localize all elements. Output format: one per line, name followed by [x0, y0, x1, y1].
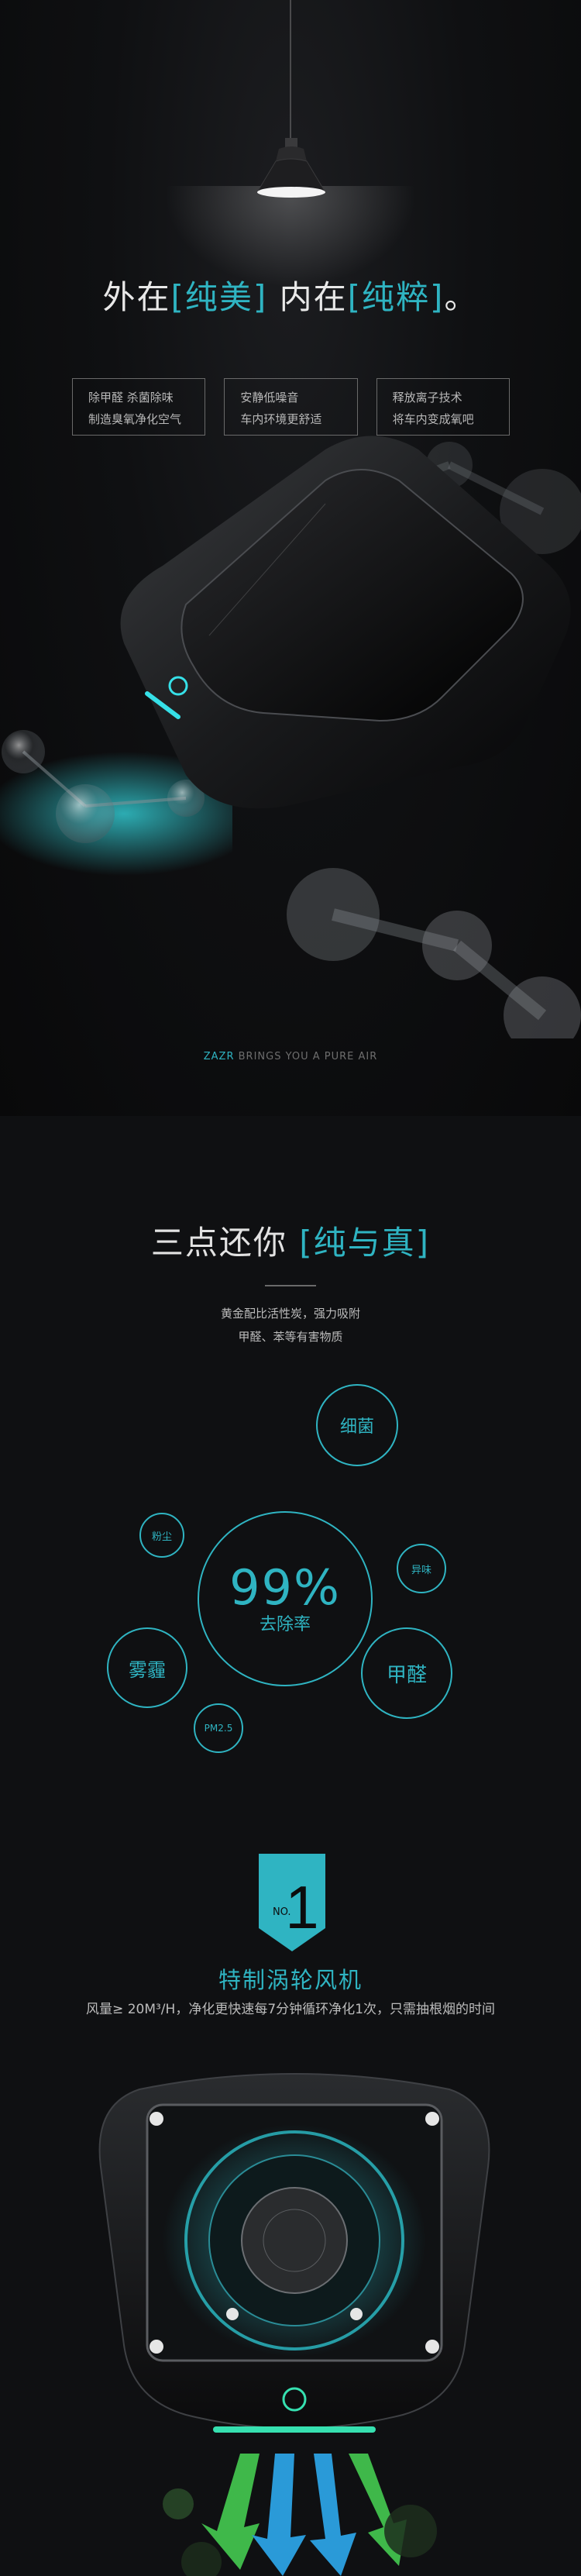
fan-description: 风量≥ 20M³/H，净化更快速每7分钟循环净化1次，只需抽根烟的时间 [86, 2002, 495, 2017]
hero-section: 外在[纯美] 内在[纯粹]。 除甲醛 杀菌除味 制造臭氧净化空气 安静低噪音 车… [0, 0, 581, 1116]
bubble-haze: 雾霾 [107, 1627, 187, 1708]
description-line: 甲醛、苯等有害物质 [238, 1330, 343, 1344]
hero-tagline: ZAZR BRINGS YOU A PURE AIR [0, 1051, 581, 1062]
hero-title-part: 内在 [267, 278, 348, 316]
removal-rate-label: 去除率 [259, 1615, 311, 1634]
hero-title: 外在[纯美] 内在[纯粹]。 [0, 271, 581, 319]
hero-title-accent: [纯粹] [347, 278, 445, 316]
removal-rate-value: 99% [229, 1559, 341, 1616]
badge-prefix: NO. [273, 1906, 291, 1918]
brand-name: ZAZR [203, 1051, 235, 1062]
description-line: 黄金配比活性炭，强力吸附 [220, 1307, 360, 1321]
lamp-cord [290, 0, 291, 138]
air-purifier-device [120, 436, 571, 809]
product-page: 外在[纯美] 内在[纯粹]。 除甲醛 杀菌除味 制造臭氧净化空气 安静低噪音 车… [0, 0, 581, 2576]
section-description: 黄金配比活性炭，强力吸附 甲醛、苯等有害物质 [0, 1302, 581, 1348]
hero-title-accent: [纯美] [170, 278, 268, 316]
bubble-pm25: PM2.5 [194, 1703, 243, 1753]
section-title: 三点还你 [纯与真] [0, 1217, 581, 1264]
hero-title-part: 外在 [102, 278, 171, 316]
fan-title: 特制涡轮风机 [218, 1967, 363, 1993]
turbo-fan-device [98, 2073, 490, 2576]
bubble-formaldehyde: 甲醛 [361, 1627, 452, 1719]
title-divider [265, 1285, 316, 1286]
bubble-odor: 异味 [397, 1544, 446, 1593]
bubble-dust: 粉尘 [139, 1513, 184, 1558]
number-badge-icon: 1 [259, 1854, 325, 1951]
tagline-text: BRINGS YOU A PURE AIR [234, 1051, 378, 1062]
bubble-bacteria: 细菌 [316, 1384, 398, 1466]
removal-section: 三点还你 [纯与真] 黄金配比活性炭，强力吸附 甲醛、苯等有害物质 99% 去除… [0, 1116, 581, 2576]
removal-rate-ring: 99% 去除率 [198, 1511, 373, 1686]
hero-title-part: 。 [444, 278, 479, 316]
section-title-part: 三点还你 [150, 1224, 300, 1262]
pendant-lamp-icon [256, 138, 327, 198]
section-title-accent: [纯与真] [299, 1224, 431, 1262]
